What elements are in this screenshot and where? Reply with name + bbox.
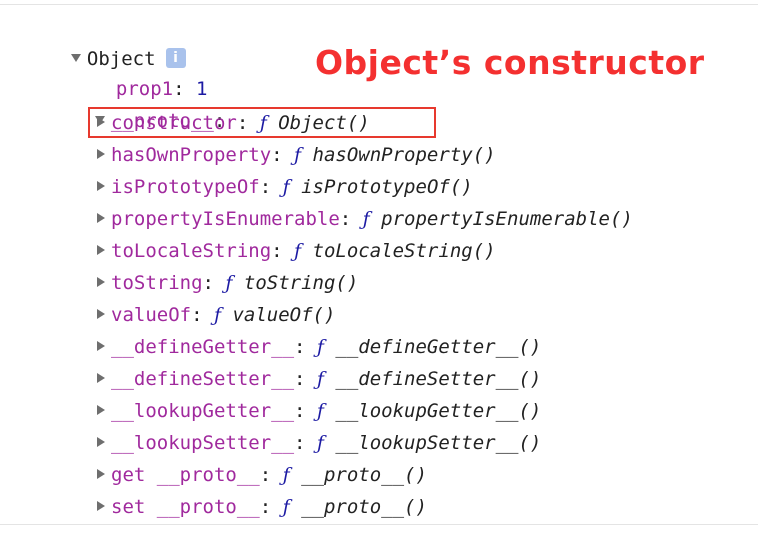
member-function-name: toString() (243, 272, 359, 294)
expand-caret-icon[interactable] (97, 276, 105, 287)
member-function-name: __defineGetter__() (335, 336, 542, 358)
member-key: hasOwnProperty (111, 144, 272, 166)
bottom-divider (0, 524, 758, 525)
proto-member-row[interactable]: __defineSetter__: ƒ __defineSetter__() (97, 364, 541, 394)
top-divider (0, 4, 758, 5)
member-key: get __proto__ (111, 464, 260, 486)
member-key: __defineSetter__ (111, 368, 295, 390)
expand-caret-icon[interactable] (97, 436, 105, 447)
proto-member-row[interactable]: isPrototypeOf: ƒ isPrototypeOf() (97, 172, 473, 202)
proto-member-row[interactable]: toString: ƒ toString() (97, 268, 358, 298)
proto-member-row[interactable]: propertyIsEnumerable: ƒ propertyIsEnumer… (97, 204, 633, 234)
expand-caret-icon[interactable] (97, 404, 105, 415)
expand-caret-icon[interactable] (97, 180, 105, 191)
annotation-label: Object’s constructor (315, 43, 705, 82)
proto-member-row[interactable]: __lookupGetter__: ƒ __lookupGetter__() (97, 396, 541, 426)
member-function-name: isPrototypeOf() (301, 176, 473, 198)
proto-member-row[interactable]: hasOwnProperty: ƒ hasOwnProperty() (97, 140, 496, 170)
proto-member-row[interactable]: valueOf: ƒ valueOf() (97, 300, 335, 330)
member-function-name: __lookupSetter__() (335, 432, 542, 454)
member-key: propertyIsEnumerable (111, 208, 340, 230)
tree-node-proto[interactable]: __proto__: (72, 76, 225, 132)
member-key: __lookupGetter__ (111, 400, 295, 422)
expand-caret-icon[interactable] (97, 244, 105, 255)
expand-caret-icon[interactable] (97, 468, 105, 479)
member-function-name: __lookupGetter__() (335, 400, 542, 422)
expand-caret-icon[interactable] (97, 308, 105, 319)
function-glyph: ƒ (213, 304, 222, 326)
proto-member-row[interactable]: __defineGetter__: ƒ __defineGetter__() (97, 332, 541, 362)
member-key: isPrototypeOf (111, 176, 260, 198)
member-function-name: __defineSetter__() (335, 368, 542, 390)
function-glyph: ƒ (362, 208, 370, 230)
proto-member-row[interactable]: get __proto__: ƒ __proto__() (97, 460, 427, 490)
expand-caret-icon[interactable] (70, 53, 81, 62)
function-glyph: ƒ (282, 464, 290, 486)
function-glyph: ƒ (316, 368, 324, 390)
function-glyph: ƒ (316, 432, 324, 454)
member-function-name: __proto__() (301, 464, 427, 486)
member-function-name: toLocaleString() (312, 240, 496, 262)
property-row-prop1[interactable]: prop1: 1 (93, 44, 208, 100)
member-key: __lookupSetter__ (111, 432, 295, 454)
function-glyph: ƒ (316, 400, 324, 422)
member-key: toLocaleString (111, 240, 272, 262)
member-key: set __proto__ (111, 496, 260, 518)
member-function-name: hasOwnProperty() (312, 144, 496, 166)
member-function-name: __proto__() (301, 496, 427, 518)
member-key: toString (111, 272, 203, 294)
function-glyph: ƒ (316, 336, 324, 358)
member-key: valueOf (111, 304, 192, 326)
member-function-name: valueOf() (232, 304, 336, 326)
function-glyph: ƒ (282, 496, 290, 518)
expand-caret-icon[interactable] (97, 340, 105, 351)
proto-member-row[interactable]: __lookupSetter__: ƒ __lookupSetter__() (97, 428, 541, 458)
proto-member-row[interactable]: set __proto__: ƒ __proto__() (97, 492, 427, 522)
proto-member-row[interactable]: toLocaleString: ƒ toLocaleString() (97, 236, 496, 266)
highlight-box (88, 107, 436, 138)
member-key: __defineGetter__ (111, 336, 295, 358)
function-glyph: ƒ (282, 176, 290, 198)
member-function-name: propertyIsEnumerable() (381, 208, 633, 230)
tree-root-object[interactable]: Object i (48, 14, 186, 70)
expand-caret-icon[interactable] (97, 372, 105, 383)
expand-caret-icon[interactable] (97, 212, 105, 223)
expand-caret-icon[interactable] (97, 500, 105, 511)
expand-caret-icon[interactable] (97, 148, 105, 159)
